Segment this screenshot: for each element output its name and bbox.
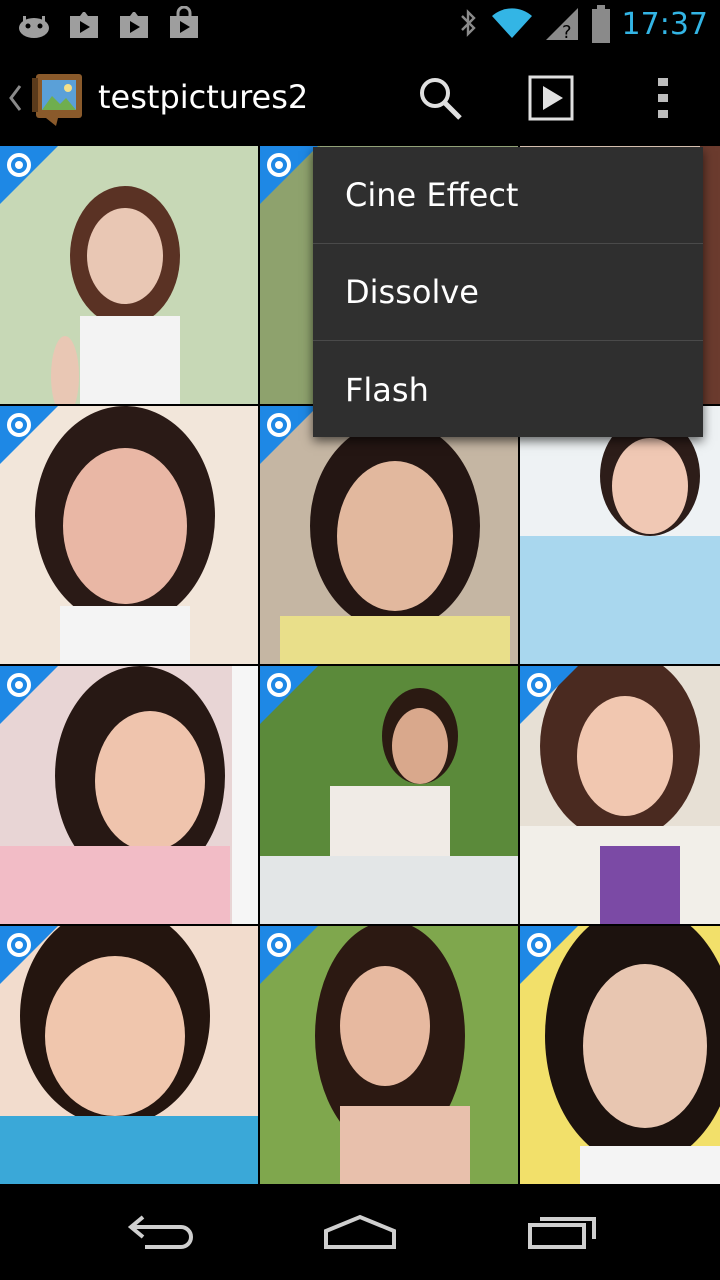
notification-icons: [16, 6, 202, 42]
photo-thumbnail[interactable]: [260, 926, 518, 1184]
android-notification-icon: [19, 16, 49, 38]
screen: ? 17:37 testpictures2 Cine Effect Dissol…: [0, 0, 720, 1280]
photo-thumbnail[interactable]: [260, 406, 518, 664]
status-bar: ? 17:37: [0, 0, 720, 50]
menu-item-flash[interactable]: Flash: [313, 341, 703, 438]
camera-badge-icon: [0, 406, 58, 464]
search-button[interactable]: [410, 68, 470, 128]
battery-icon: [591, 5, 610, 43]
slideshow-icon: [528, 75, 574, 121]
camera-badge-icon: [0, 666, 58, 724]
camera-badge-icon: [260, 406, 318, 464]
navigation-bar: [0, 1186, 720, 1280]
signal-icon: ?: [545, 8, 578, 42]
photo-thumbnail[interactable]: [520, 406, 720, 664]
photo-thumbnail[interactable]: [520, 666, 720, 924]
slideshow-button[interactable]: [521, 68, 581, 128]
clock: 17:37: [621, 6, 708, 42]
camera-badge-icon: [260, 926, 318, 984]
slideshow-transition-menu: Cine Effect Dissolve Flash: [313, 147, 703, 437]
recent-apps-button[interactable]: [522, 1206, 602, 1256]
photo-thumbnail[interactable]: [520, 926, 720, 1184]
overflow-menu-icon: [658, 78, 668, 118]
album-title: testpictures2: [98, 78, 309, 116]
photo-thumbnail[interactable]: [0, 146, 258, 404]
photo-image: [520, 406, 720, 664]
home-button[interactable]: [320, 1206, 400, 1256]
camera-badge-icon: [0, 146, 58, 204]
play-store-icon: [120, 12, 148, 38]
photo-thumbnail[interactable]: [0, 666, 258, 924]
photo-thumbnail[interactable]: [260, 666, 518, 924]
shopping-bag-icon: [170, 6, 198, 38]
camera-badge-icon: [520, 666, 578, 724]
home-icon: [324, 1214, 396, 1249]
search-icon: [420, 78, 462, 120]
camera-badge-icon: [260, 146, 318, 204]
bluetooth-icon: [460, 9, 476, 37]
camera-badge-icon: [0, 926, 58, 984]
recent-apps-icon: [528, 1217, 596, 1249]
back-button[interactable]: [120, 1206, 200, 1256]
action-bar: testpictures2: [0, 50, 720, 146]
photo-thumbnail[interactable]: [0, 926, 258, 1184]
menu-item-cine-effect[interactable]: Cine Effect: [313, 147, 703, 244]
system-icons: ? 17:37: [456, 4, 708, 44]
menu-item-dissolve[interactable]: Dissolve: [313, 244, 703, 341]
camera-badge-icon: [520, 926, 578, 984]
back-icon: [127, 1215, 193, 1249]
overflow-menu-button[interactable]: [633, 68, 693, 128]
album-app-icon[interactable]: [26, 68, 86, 128]
wifi-icon: [491, 8, 532, 38]
up-caret-icon[interactable]: [8, 84, 22, 112]
camera-badge-icon: [260, 666, 318, 724]
svg-text:?: ?: [562, 22, 572, 42]
play-store-icon: [70, 12, 98, 38]
photo-thumbnail[interactable]: [0, 406, 258, 664]
